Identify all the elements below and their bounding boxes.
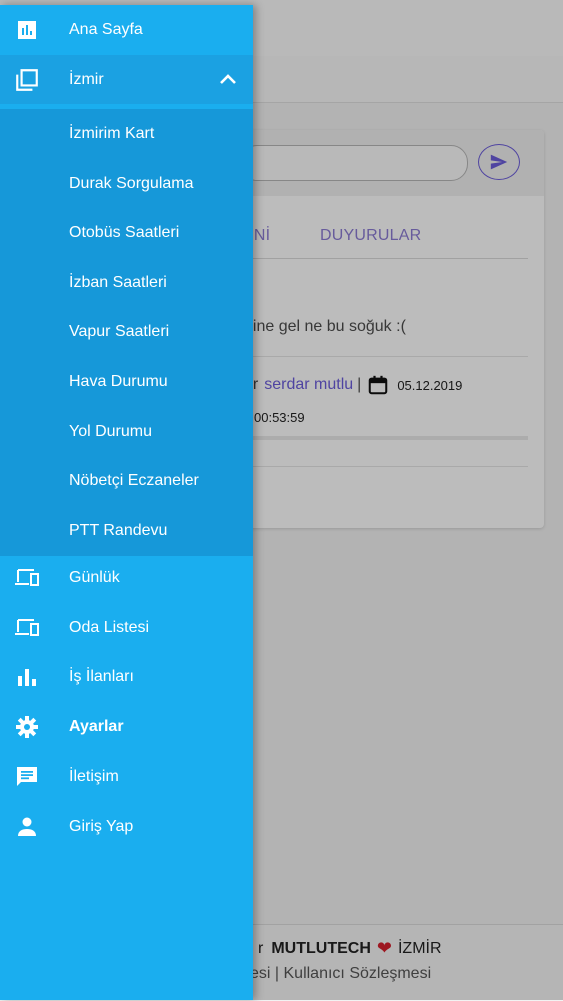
nav-item-label: Ana Sayfa [69,20,143,38]
nav-item-giris-yap[interactable]: Giriş Yap [0,802,253,851]
nav-item-home[interactable]: Ana Sayfa [0,5,253,54]
nav-item-label: İzmir [69,70,104,88]
nav-item-label: Oda Listesi [69,618,150,636]
nav-item-label: İletişim [69,767,119,785]
chevron-up-icon[interactable] [218,71,238,87]
submenu-item-label: Vapur Saatleri [69,322,170,340]
nav-item-is-ilanlari[interactable]: İş İlanları [0,652,253,701]
nav-item-izmir[interactable]: İzmir [0,55,253,104]
submenu-item-yol-durumu[interactable]: Yol Durumu [0,407,253,456]
submenu-item-label: Durak Sorgulama [69,174,194,192]
submenu-item-label: Otobüs Saatleri [69,223,180,241]
submenu-item-vapur-saatleri[interactable]: Vapur Saatleri [0,307,253,356]
submenu-item-izmirim-kart[interactable]: İzmirim Kart [0,109,253,158]
submenu-item-hava-durumu[interactable]: Hava Durumu [0,357,253,406]
bar-chart-icon [14,17,40,43]
nav-item-label: Günlük [69,568,120,586]
devices-icon [14,565,40,591]
collection-icon [14,67,40,93]
nav-item-label: Ayarlar [69,717,124,735]
chat-icon [14,764,40,790]
nav-item-label: İş İlanları [69,667,134,685]
submenu-item-label: Yol Durumu [69,422,153,440]
submenu-item-nobetci-eczaneler[interactable]: Nöbetçi Eczaneler [0,456,253,505]
bar-chart-icon [14,664,40,690]
submenu-item-label: PTT Randevu [69,521,168,539]
devices-icon [14,615,40,641]
submenu-item-label: İzban Saatleri [69,273,167,291]
submenu-item-label: İzmirim Kart [69,124,155,142]
person-icon [14,814,40,840]
gear-icon [14,714,40,740]
nav-item-iletisim[interactable]: İletişim [0,752,253,801]
submenu-item-label: Nöbetçi Eczaneler [69,471,199,489]
nav-item-label: Giriş Yap [69,817,134,835]
submenu-item-ptt-randevu[interactable]: PTT Randevu [0,506,253,555]
nav-item-oda-listesi[interactable]: Oda Listesi [0,603,253,652]
izmir-submenu: İzmirim Kart Durak Sorgulama Otobüs Saat… [0,109,253,556]
nav-item-ayarlar[interactable]: Ayarlar [0,702,253,751]
submenu-item-label: Hava Durumu [69,372,168,390]
submenu-item-izban-saatleri[interactable]: İzban Saatleri [0,258,253,307]
nav-item-gunluk[interactable]: Günlük [0,553,253,602]
submenu-item-durak-sorgulama[interactable]: Durak Sorgulama [0,159,253,208]
navigation-drawer: Ana Sayfa İzmir İzmirim Kart Durak Sorgu… [0,5,253,1000]
submenu-item-otobus-saatleri[interactable]: Otobüs Saatleri [0,208,253,257]
